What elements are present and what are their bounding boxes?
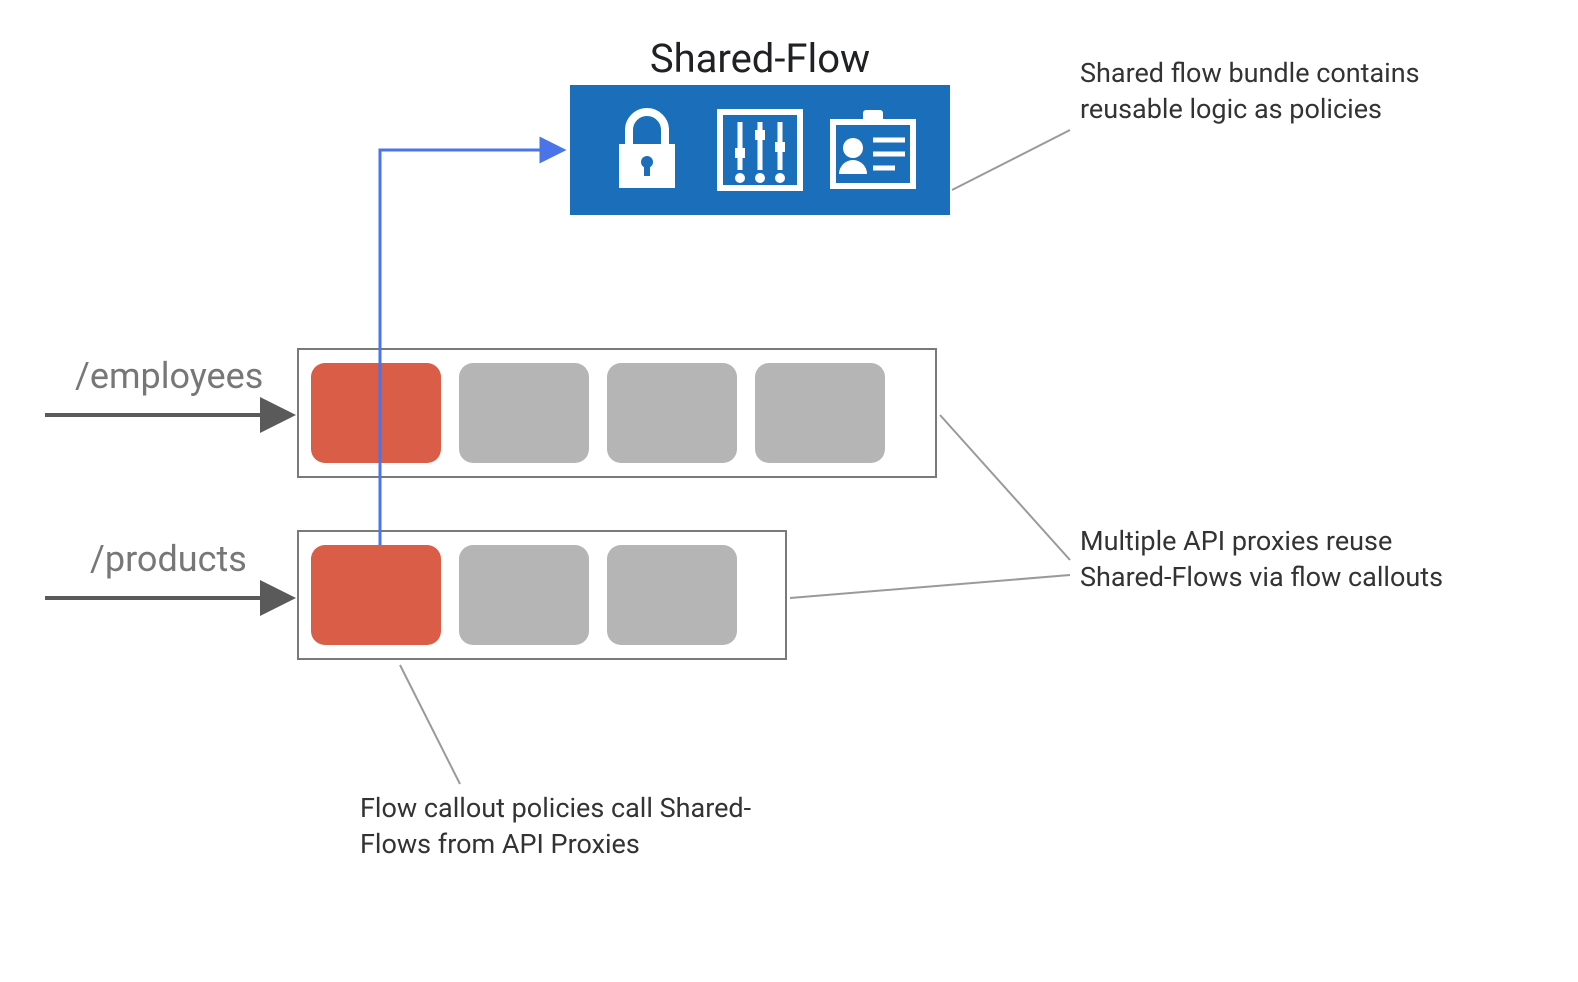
shared-flow-box (570, 85, 950, 215)
flow-callout-block (311, 363, 441, 463)
annotation-shared-bundle: Shared flow bundle contains reusable log… (1080, 55, 1480, 128)
path-label-employees: /employees (75, 355, 263, 397)
policy-block (755, 363, 885, 463)
proxy-products (297, 530, 787, 660)
annotation-multi-proxies: Multiple API proxies reuse Shared-Flows … (1080, 523, 1480, 596)
anno-line-multi-1 (940, 415, 1070, 560)
anno-line-callout (400, 665, 460, 784)
policy-block (607, 545, 737, 645)
shared-flow-title: Shared-Flow (570, 35, 950, 82)
policy-block (459, 363, 589, 463)
proxy-employees (297, 348, 937, 478)
lock-icon (597, 100, 697, 200)
policy-block (607, 363, 737, 463)
anno-line-shared (952, 130, 1070, 190)
id-badge-icon (823, 100, 923, 200)
path-label-products: /products (90, 538, 247, 580)
flow-callout-block (311, 545, 441, 645)
policy-block (459, 545, 589, 645)
annotation-flow-callout: Flow callout policies call Shared-Flows … (360, 790, 760, 863)
sliders-icon (710, 100, 810, 200)
anno-line-multi-2 (790, 575, 1070, 598)
